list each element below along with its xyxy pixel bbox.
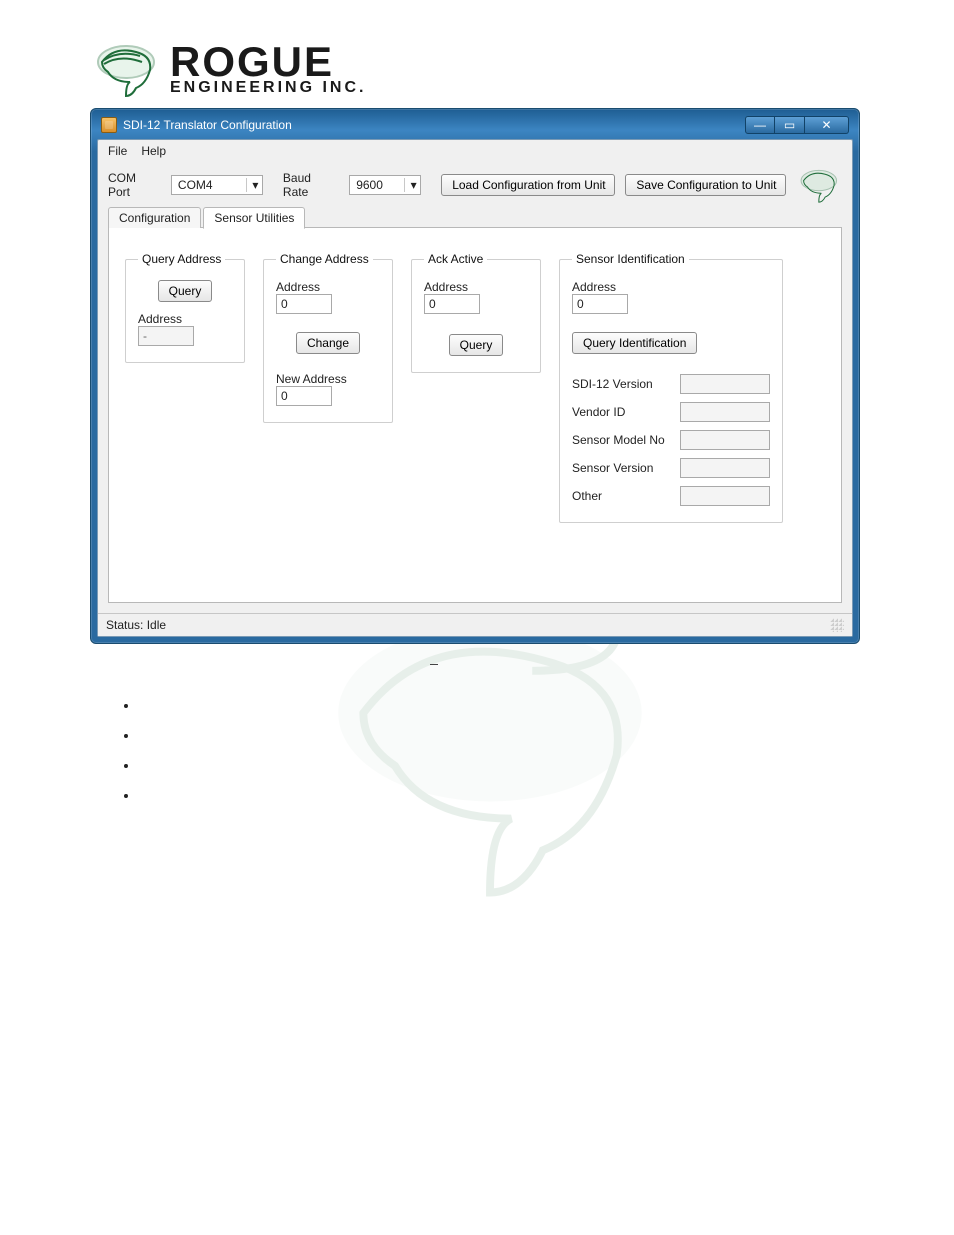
com-port-value: COM4 xyxy=(178,178,246,192)
titlebar: SDI-12 Translator Configuration — ▭ ✕ xyxy=(97,115,853,139)
app-window: SDI-12 Translator Configuration — ▭ ✕ Fi… xyxy=(90,108,860,644)
other-label: Other xyxy=(572,489,672,503)
group-legend: Query Address xyxy=(138,252,225,266)
tabstrip: Configuration Sensor Utilities xyxy=(98,206,852,228)
sdi12-version-value xyxy=(680,374,770,394)
ack-address-input[interactable]: 0 xyxy=(424,294,480,314)
com-port-label: COM Port xyxy=(108,171,161,199)
sdi12-version-label: SDI-12 Version xyxy=(572,377,672,391)
vendor-id-label: Vendor ID xyxy=(572,405,672,419)
baud-rate-value: 9600 xyxy=(356,178,404,192)
menu-help[interactable]: Help xyxy=(141,144,166,158)
baud-rate-combo[interactable]: 9600 ▾ xyxy=(349,175,421,195)
elephant-icon xyxy=(796,166,842,204)
query-address-value: - xyxy=(138,326,194,346)
query-identification-button[interactable]: Query Identification xyxy=(572,332,697,354)
toolbar: COM Port COM4 ▾ Baud Rate 9600 ▾ Load Co… xyxy=(98,160,852,206)
statusbar: Status: Idle xyxy=(98,613,852,636)
other-value xyxy=(680,486,770,506)
list-item: — xyxy=(138,758,954,762)
group-legend: Ack Active xyxy=(424,252,487,266)
sensor-model-value xyxy=(680,430,770,450)
group-legend: Change Address xyxy=(276,252,373,266)
ident-address-label: Address xyxy=(572,280,770,294)
app-icon xyxy=(101,117,117,133)
menubar: File Help xyxy=(98,140,852,160)
minimize-button[interactable]: — xyxy=(745,116,775,134)
maximize-button[interactable]: ▭ xyxy=(775,116,805,134)
resize-grip-icon[interactable] xyxy=(830,618,844,632)
status-text: Status: Idle xyxy=(106,618,166,632)
change-address-label: Address xyxy=(276,280,380,294)
tab-panel-sensor-utilities: Query Address Query Address - Change Add… xyxy=(108,228,842,603)
list-item: — xyxy=(138,698,954,702)
maximize-icon: ▭ xyxy=(784,118,795,132)
vendor-id-value xyxy=(680,402,770,422)
tab-sensor-utilities[interactable]: Sensor Utilities xyxy=(203,207,305,229)
menu-file[interactable]: File xyxy=(108,144,127,158)
group-legend: Sensor Identification xyxy=(572,252,689,266)
brand-logo: ROGUE ENGINEERING INC. xyxy=(90,40,954,98)
list-item: — xyxy=(138,788,954,792)
group-change-address: Change Address Address 0 Change New Addr… xyxy=(263,252,393,423)
com-port-combo[interactable]: COM4 ▾ xyxy=(171,175,263,195)
minimize-icon: — xyxy=(754,118,766,132)
sensor-version-label: Sensor Version xyxy=(572,461,672,475)
change-address-button[interactable]: Change xyxy=(296,332,360,354)
group-sensor-identification: Sensor Identification Address 0 Query Id… xyxy=(559,252,783,523)
query-address-button[interactable]: Query xyxy=(158,280,213,302)
save-config-button[interactable]: Save Configuration to Unit xyxy=(625,174,786,196)
change-address-input[interactable]: 0 xyxy=(276,294,332,314)
baud-rate-label: Baud Rate xyxy=(283,171,339,199)
new-address-input[interactable]: 0 xyxy=(276,386,332,406)
chevron-down-icon: ▾ xyxy=(246,178,260,192)
ack-query-button[interactable]: Query xyxy=(449,334,504,356)
close-icon: ✕ xyxy=(821,118,831,132)
tab-configuration[interactable]: Configuration xyxy=(108,207,201,228)
elephant-icon xyxy=(90,40,162,98)
new-address-label: New Address xyxy=(276,372,380,386)
load-config-button[interactable]: Load Configuration from Unit xyxy=(441,174,615,196)
close-button[interactable]: ✕ xyxy=(805,116,849,134)
sensor-version-value xyxy=(680,458,770,478)
sensor-model-label: Sensor Model No xyxy=(572,433,672,447)
below-window-list: — — — — xyxy=(120,664,954,792)
group-query-address: Query Address Query Address - xyxy=(125,252,245,363)
ack-address-label: Address xyxy=(424,280,528,294)
query-address-label: Address xyxy=(138,312,232,326)
list-item: — xyxy=(138,728,954,732)
window-title: SDI-12 Translator Configuration xyxy=(123,118,292,132)
brand-main: ROGUE xyxy=(170,43,366,81)
brand-sub: ENGINEERING INC. xyxy=(170,81,366,95)
group-ack-active: Ack Active Address 0 Query xyxy=(411,252,541,373)
ident-address-input[interactable]: 0 xyxy=(572,294,628,314)
chevron-down-icon: ▾ xyxy=(404,178,418,192)
